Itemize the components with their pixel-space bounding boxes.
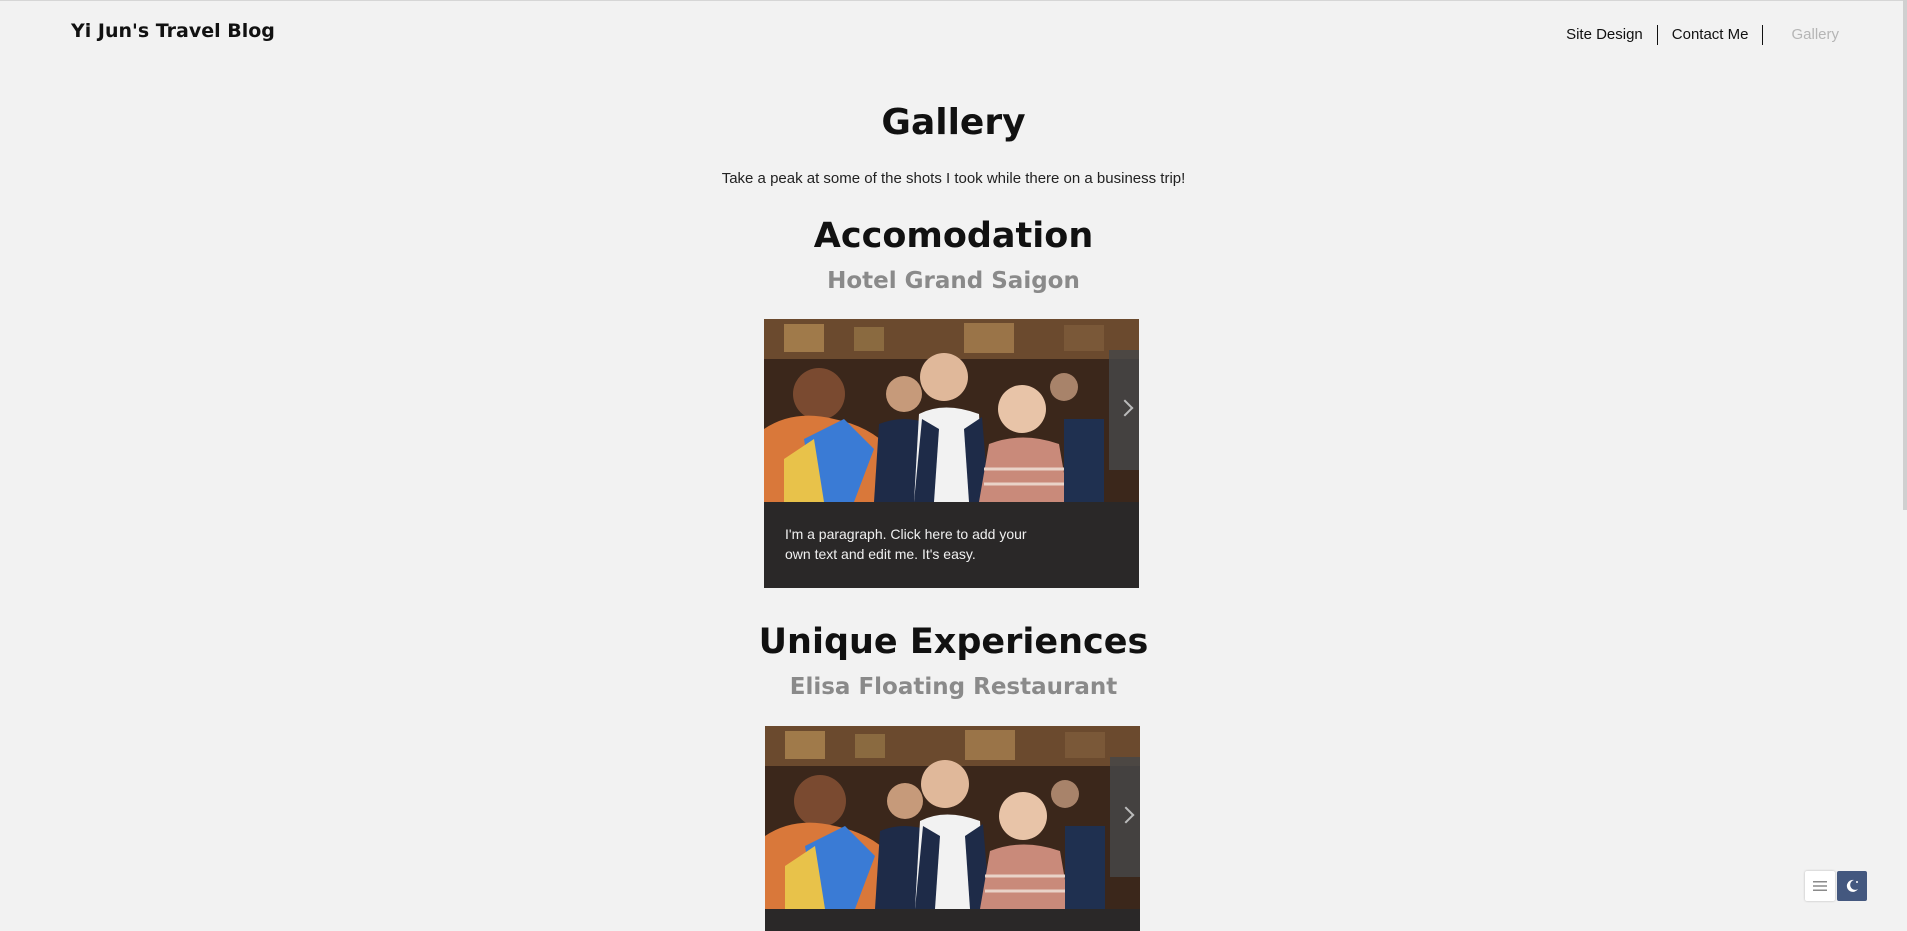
card-caption: I'm a paragraph. Click here to add your …: [785, 526, 1027, 562]
moon-icon[interactable]: [1837, 871, 1867, 901]
section-subtitle-restaurant: Elisa Floating Restaurant: [789, 674, 1118, 700]
gallery-card[interactable]: [765, 726, 1140, 931]
gallery-card[interactable]: I'm a paragraph. Click here to add your …: [764, 319, 1139, 588]
next-image-button[interactable]: [1109, 350, 1139, 470]
site-title[interactable]: Yi Jun's Travel Blog: [71, 20, 275, 42]
scrollbar[interactable]: [1903, 0, 1907, 510]
list-icon[interactable]: [1805, 871, 1835, 901]
next-image-button[interactable]: [1110, 757, 1140, 877]
nav-item-gallery[interactable]: Gallery: [1763, 24, 1907, 46]
chevron-right-icon: [1117, 806, 1135, 824]
gallery-photo[interactable]: [764, 319, 1139, 502]
page-subtitle: Take a peak at some of the shots I took …: [721, 170, 1186, 187]
top-border: [0, 0, 1907, 1]
page-title: Gallery: [881, 102, 1026, 143]
section-title-accomodation: Accomodation: [813, 216, 1094, 256]
chevron-right-icon: [1116, 399, 1134, 417]
accessibility-widget: [1805, 871, 1867, 901]
nav-item-contact-me[interactable]: Contact Me: [1658, 24, 1763, 46]
nav-item-site-design[interactable]: Site Design: [1566, 24, 1657, 46]
section-subtitle-hotel: Hotel Grand Saigon: [827, 268, 1080, 294]
section-title-unique-experiences: Unique Experiences: [758, 622, 1149, 662]
main-nav: Site Design Contact Me Gallery: [1566, 24, 1907, 46]
gallery-photo[interactable]: [765, 726, 1140, 909]
